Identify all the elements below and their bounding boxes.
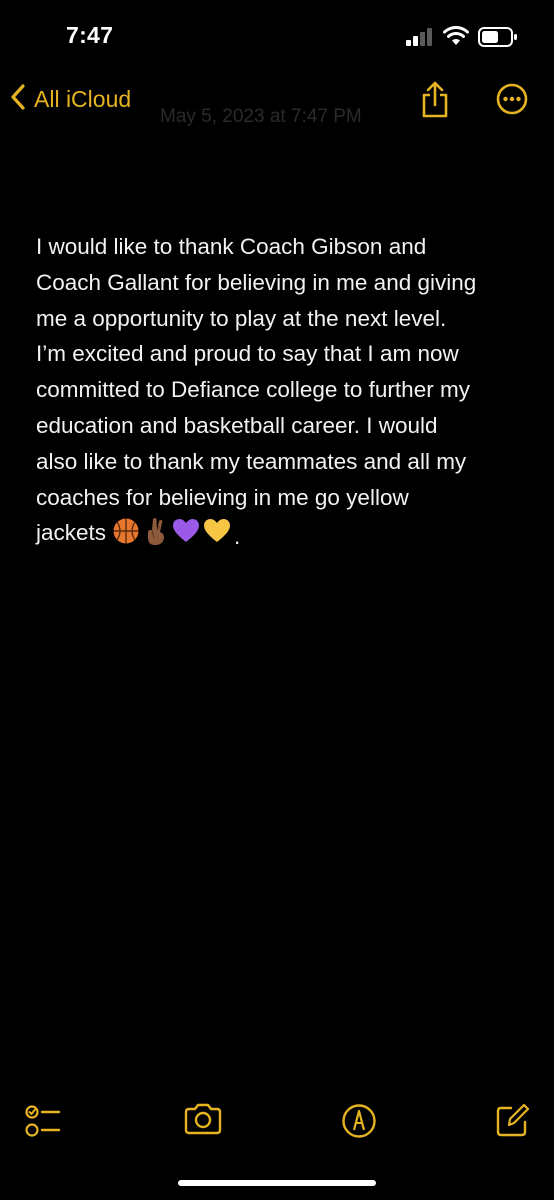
note-line: education and basketball career. I would bbox=[36, 412, 438, 438]
yellow-heart-icon bbox=[203, 518, 234, 555]
camera-icon[interactable] bbox=[183, 1103, 223, 1140]
home-indicator[interactable] bbox=[178, 1180, 376, 1186]
note-line: coaches for believing in me go yellow bbox=[36, 484, 409, 510]
chevron-left-icon bbox=[10, 83, 26, 115]
compose-icon[interactable] bbox=[495, 1102, 531, 1143]
note-line: Coach Gallant for believing in me and gi… bbox=[36, 269, 477, 295]
wifi-icon bbox=[443, 26, 469, 51]
cellular-signal-icon bbox=[406, 28, 434, 51]
note-line: me a opportunity to play at the next lev… bbox=[36, 305, 447, 331]
note-trailing-period: . bbox=[234, 523, 241, 549]
battery-icon bbox=[478, 27, 518, 52]
note-date: May 5, 2023 at 7:47 PM bbox=[160, 106, 362, 127]
share-icon[interactable] bbox=[419, 81, 451, 124]
status-time: 7:47 bbox=[66, 22, 114, 48]
purple-heart-icon bbox=[172, 518, 203, 555]
checklist-icon[interactable] bbox=[25, 1104, 63, 1143]
back-button[interactable]: All iCloud bbox=[10, 82, 131, 116]
note-line: also like to thank my teammates and all … bbox=[36, 448, 467, 474]
note-last-line: jackets . bbox=[36, 515, 526, 557]
emoji-row: . bbox=[112, 516, 240, 557]
note-line: I would like to thank Coach Gibson and bbox=[36, 234, 427, 259]
note-body[interactable]: I would like to thank Coach Gibson and C… bbox=[36, 229, 526, 557]
crossed-fingers-icon bbox=[143, 516, 172, 557]
basketball-icon bbox=[112, 517, 143, 556]
note-line: committed to Defiance college to further… bbox=[36, 377, 470, 403]
status-bar: 7:47 bbox=[0, 0, 554, 70]
note-line: I’m excited and proud to say that I am n… bbox=[36, 341, 459, 367]
note-line-text: jackets bbox=[36, 520, 107, 546]
markup-icon[interactable] bbox=[341, 1103, 377, 1144]
ellipsis-circle-icon[interactable] bbox=[496, 83, 528, 120]
back-label: All iCloud bbox=[34, 85, 132, 112]
